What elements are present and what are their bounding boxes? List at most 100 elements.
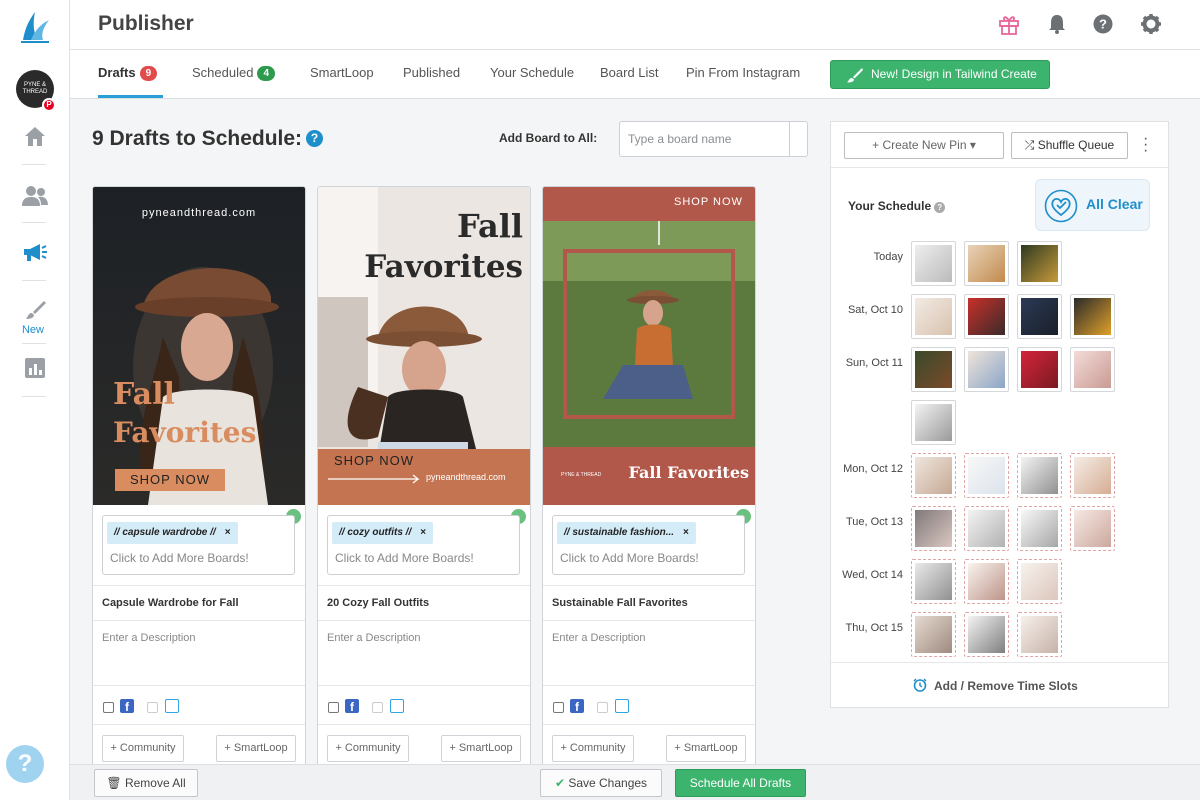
day-label: Mon, Oct 12 xyxy=(843,463,903,475)
design-in-tailwind-create-button[interactable]: New! Design in Tailwind Create xyxy=(830,60,1050,89)
board-selector[interactable]: // cozy outfits // × Click to Add More Bo… xyxy=(327,515,520,575)
open-time-slot[interactable] xyxy=(964,559,1009,604)
open-time-slot[interactable] xyxy=(1070,453,1115,498)
more-options-icon[interactable]: · · · xyxy=(1143,131,1149,159)
open-time-slot[interactable] xyxy=(911,453,956,498)
scheduled-pin-slot[interactable] xyxy=(911,241,956,286)
sidebar-new-label: New xyxy=(21,324,44,336)
scheduled-pin-slot[interactable] xyxy=(964,347,1009,392)
facebook-checkbox[interactable] xyxy=(328,702,339,713)
tailwind-logo-icon[interactable] xyxy=(19,10,51,44)
add-more-boards-prompt[interactable]: Click to Add More Boards! xyxy=(335,551,474,565)
open-time-slot[interactable] xyxy=(911,612,956,657)
tab-published[interactable]: Published xyxy=(403,50,460,98)
pin-description-field[interactable]: Enter a Description xyxy=(102,632,196,644)
sidebar-item-people[interactable] xyxy=(0,176,70,216)
open-time-slot[interactable] xyxy=(964,506,1009,551)
bell-icon[interactable] xyxy=(1046,13,1068,35)
facebook-checkbox[interactable] xyxy=(553,702,564,713)
board-chip-label: // cozy outfits // xyxy=(339,527,412,538)
scheduled-pin-slot[interactable] xyxy=(1017,347,1062,392)
tab-drafts[interactable]: Drafts 9 xyxy=(98,50,163,98)
add-smartloop-button[interactable]: + SmartLoop xyxy=(666,735,746,762)
open-time-slot[interactable] xyxy=(1017,612,1062,657)
open-time-slot[interactable] xyxy=(1017,453,1062,498)
pin-brand-text: pyneandthread.com xyxy=(426,472,506,482)
all-clear-label: All Clear xyxy=(1086,196,1143,212)
facebook-icon: f xyxy=(345,699,359,714)
twitter-checkbox[interactable] xyxy=(372,702,383,713)
pin-description-field[interactable]: Enter a Description xyxy=(327,632,421,644)
board-chip[interactable]: // cozy outfits // × xyxy=(332,522,434,544)
scheduled-pin-slot[interactable] xyxy=(911,347,956,392)
twitter-checkbox[interactable] xyxy=(147,702,158,713)
pin-description-field[interactable]: Enter a Description xyxy=(552,632,646,644)
scheduled-pin-slot[interactable] xyxy=(964,241,1009,286)
pin-title[interactable]: Capsule Wardrobe for Fall xyxy=(93,585,305,621)
shuffle-queue-button[interactable]: ⤮ Shuffle Queue xyxy=(1011,132,1128,159)
add-smartloop-button[interactable]: + SmartLoop xyxy=(441,735,521,762)
open-time-slot[interactable] xyxy=(911,506,956,551)
pin-title[interactable]: 20 Cozy Fall Outfits xyxy=(318,585,530,621)
add-community-button[interactable]: + Community xyxy=(102,735,184,762)
add-community-button[interactable]: + Community xyxy=(552,735,634,762)
pin-title[interactable]: Sustainable Fall Favorites xyxy=(543,585,755,621)
help-circle-icon[interactable]: ? xyxy=(1092,13,1114,35)
facebook-checkbox[interactable] xyxy=(103,702,114,713)
pin-image-capsule-wardrobe[interactable] xyxy=(93,187,305,505)
scheduled-pin-slot[interactable] xyxy=(911,294,956,339)
pinterest-icon: P xyxy=(42,98,56,112)
twitter-icon xyxy=(390,699,404,713)
question-icon[interactable]: ? xyxy=(934,202,946,213)
open-time-slot[interactable] xyxy=(1070,506,1115,551)
gear-icon[interactable] xyxy=(1140,13,1162,35)
create-new-pin-button[interactable]: + Create New Pin ▾ xyxy=(844,132,1004,159)
tab-board-list[interactable]: Board List xyxy=(600,50,659,98)
sidebar-item-publisher[interactable] xyxy=(0,232,70,272)
remove-board-icon[interactable]: × xyxy=(420,527,426,538)
open-time-slot[interactable] xyxy=(1017,559,1062,604)
scheduled-pin-slot[interactable] xyxy=(1017,241,1062,286)
tab-scheduled[interactable]: Scheduled 4 xyxy=(192,50,276,98)
facebook-icon: f xyxy=(120,699,134,714)
remove-board-icon[interactable]: × xyxy=(225,527,231,538)
schedule-all-drafts-button[interactable]: Schedule All Drafts xyxy=(675,769,806,797)
account-avatar[interactable]: PYNE & THREAD P xyxy=(16,70,56,112)
open-time-slot[interactable] xyxy=(1017,506,1062,551)
open-time-slot[interactable] xyxy=(964,453,1009,498)
remove-board-icon[interactable]: × xyxy=(683,527,689,538)
people-icon xyxy=(22,186,48,206)
scheduled-count-badge: 4 xyxy=(257,66,276,81)
add-smartloop-button[interactable]: + SmartLoop xyxy=(216,735,296,762)
add-board-to-all-label: Add Board to All: xyxy=(499,131,598,145)
scheduled-pin-slot[interactable] xyxy=(964,294,1009,339)
tab-your-schedule[interactable]: Your Schedule xyxy=(490,50,574,98)
sidebar-item-home[interactable] xyxy=(0,116,70,156)
board-chip[interactable]: // capsule wardrobe // × xyxy=(107,522,238,544)
tab-pin-from-instagram[interactable]: Pin From Instagram xyxy=(686,50,800,98)
gift-icon[interactable] xyxy=(998,13,1020,35)
board-selector[interactable]: // capsule wardrobe // × Click to Add Mor… xyxy=(102,515,295,575)
scheduled-pin-slot[interactable] xyxy=(911,400,956,445)
add-community-button[interactable]: + Community xyxy=(327,735,409,762)
add-more-boards-prompt[interactable]: Click to Add More Boards! xyxy=(110,551,249,565)
pin-headline: Fall Favorites xyxy=(628,463,749,482)
add-more-boards-prompt[interactable]: Click to Add More Boards! xyxy=(560,551,699,565)
open-time-slot[interactable] xyxy=(964,612,1009,657)
pin-image-sustainable-favorites[interactable] xyxy=(543,187,755,505)
question-icon[interactable]: ? xyxy=(306,130,324,147)
remove-all-button[interactable]: 🗑 Remove All xyxy=(94,769,198,797)
help-button[interactable]: ? xyxy=(6,745,44,783)
board-name-input[interactable] xyxy=(620,122,790,156)
scheduled-pin-slot[interactable] xyxy=(1070,347,1115,392)
scheduled-pin-slot[interactable] xyxy=(1017,294,1062,339)
board-chip[interactable]: // sustainable fashion... × xyxy=(557,522,696,544)
scheduled-pin-slot[interactable] xyxy=(1070,294,1115,339)
open-time-slot[interactable] xyxy=(911,559,956,604)
tab-smartloop[interactable]: SmartLoop xyxy=(310,50,374,98)
save-changes-button[interactable]: ✔ Save Changes xyxy=(540,769,662,797)
sidebar-item-insights[interactable] xyxy=(0,348,70,388)
twitter-checkbox[interactable] xyxy=(597,702,608,713)
add-remove-time-slots-button[interactable]: Add / Remove Time Slots xyxy=(831,662,1168,708)
board-selector[interactable]: // sustainable fashion... × Click to Add … xyxy=(552,515,745,575)
